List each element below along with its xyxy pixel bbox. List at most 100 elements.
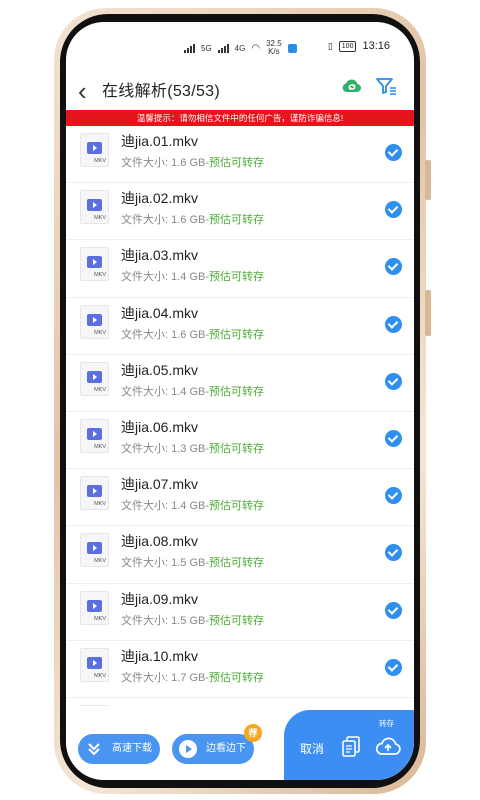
screenshot: 5G 4G ◠ 32.5 K/s ▯ 100 13:16 ‹ 在线解析(53/5…: [0, 0, 480, 800]
file-name: 迪jia.09.mkv: [121, 590, 199, 607]
file-ext-label: MKV: [94, 329, 106, 336]
file-size: 文件大小: 1.6 GB-: [121, 157, 210, 169]
play-icon: [87, 542, 102, 555]
file-row[interactable]: MKV 迪jia.03.mkv 文件大小: 1.4 GB-预估可转存: [66, 240, 414, 298]
file-size: 文件大小: 1.4 GB-: [121, 385, 210, 398]
file-status: 预估可转存: [209, 271, 265, 284]
fast-download-label: 高速下载: [112, 743, 152, 754]
status-bar: 5G 4G ◠ 32.5 K/s ▯ 100 13:16: [66, 32, 414, 62]
action-panel: 取消 转存: [284, 710, 414, 780]
file-size: 文件大小: 1.7 GB-: [121, 671, 210, 684]
file-row[interactable]: MKV 迪jia.02.mkv 文件大小: 1.6 GB-预估可转存: [66, 183, 414, 241]
file-ext-label: MKV: [94, 672, 106, 679]
checkbox-checked-icon[interactable]: [385, 487, 402, 505]
file-meta: 文件大小: 1.3 GB-预估可转存: [121, 440, 264, 456]
filter-icon[interactable]: [374, 74, 398, 98]
checkbox-checked-icon[interactable]: [385, 658, 402, 676]
file-status: 预估可转存: [209, 214, 265, 227]
file-row[interactable]: MKV 迪jia.04.mkv 文件大小: 1.6 GB-预估可转存: [66, 298, 414, 355]
status-network: 5G 4G ◠ 32.5 K/s: [184, 40, 297, 56]
checkbox-checked-icon[interactable]: [385, 315, 402, 333]
checkbox-checked-icon[interactable]: [385, 601, 402, 619]
checkbox-checked-icon[interactable]: [385, 258, 402, 276]
file-size: 文件大小: 1.6 GB-: [121, 328, 210, 341]
file-ext-label: MKV: [94, 158, 106, 164]
watch-while-download-button[interactable]: 边看边下: [172, 734, 254, 764]
file-ext-label: MKV: [94, 443, 106, 450]
copy-icon[interactable]: [341, 736, 361, 758]
file-meta: 文件大小: 1.5 GB-预估可转存: [121, 612, 264, 628]
file-status: 预估可转存: [209, 614, 265, 627]
file-meta: 文件大小: 1.4 GB-预估可转存: [121, 268, 264, 284]
video-file-icon: MKV: [80, 476, 109, 511]
fast-download-button[interactable]: 高速下载: [78, 734, 160, 764]
file-size: 文件大小: 1.5 GB-: [121, 614, 210, 627]
file-row[interactable]: MKV 迪jia.05.mkv 文件大小: 1.4 GB-预估可转存: [66, 355, 414, 412]
video-file-icon: MKV: [80, 190, 109, 225]
file-ext-label: MKV: [94, 501, 106, 508]
file-meta: 文件大小: 1.6 GB-预估可转存: [121, 211, 264, 227]
file-row[interactable]: MKV 迪jia.01.mkv 文件大小: 1.6 GB-预估可转存: [66, 126, 414, 184]
play-icon: [87, 599, 102, 612]
cancel-button[interactable]: 取消: [300, 740, 324, 757]
file-status: 预估可转存: [209, 328, 265, 341]
wifi-icon: ◠: [251, 42, 261, 54]
video-file-icon: MKV: [80, 590, 109, 625]
file-size: 文件大小: 1.4 GB-: [121, 500, 210, 513]
video-file-icon: MKV: [80, 304, 109, 339]
file-name: 迪jia.03.mkv: [121, 247, 199, 264]
cloud-sync-icon[interactable]: [340, 74, 364, 98]
file-meta: 文件大小: 1.6 GB-预估可转存: [121, 326, 264, 342]
video-file-icon: MKV: [80, 133, 109, 167]
file-ext-label: MKV: [94, 215, 106, 222]
save-to-cloud-label: 转存: [379, 719, 394, 728]
checkbox-checked-icon[interactable]: [385, 372, 402, 390]
status-right: ▯ 100 13:16: [328, 40, 390, 52]
play-icon: [87, 313, 102, 326]
checkbox-checked-icon[interactable]: [385, 544, 402, 562]
video-file-icon: MKV: [80, 418, 109, 453]
file-name: 迪jia.05.mkv: [121, 361, 199, 378]
volume-button: [425, 160, 431, 200]
back-icon[interactable]: ‹: [78, 78, 87, 104]
file-row[interactable]: MKV 迪jia.10.mkv 文件大小: 1.7 GB-预估可转存: [66, 641, 414, 698]
net-speed: 32.5 K/s: [266, 40, 282, 56]
file-size: 文件大小: 1.3 GB-: [121, 442, 210, 455]
file-name: 迪jia.01.mkv: [121, 133, 199, 149]
clock: 13:16: [362, 40, 390, 52]
video-file-icon: MKV: [80, 247, 109, 282]
file-row[interactable]: MKV 迪jia.07.mkv 文件大小: 1.4 GB-预估可转存: [66, 469, 414, 527]
checkbox-checked-icon[interactable]: [385, 429, 402, 447]
file-status: 预估可转存: [209, 385, 265, 398]
file-meta: 文件大小: 1.4 GB-预估可转存: [121, 383, 264, 399]
file-ext-label: MKV: [94, 558, 106, 565]
double-chevron-down-icon: [88, 743, 100, 756]
file-status: 预估可转存: [209, 157, 265, 169]
file-size: 文件大小: 1.5 GB-: [121, 557, 210, 570]
file-status: 预估可转存: [209, 500, 265, 513]
checkbox-checked-icon[interactable]: [385, 144, 402, 161]
checkbox-checked-icon[interactable]: [385, 201, 402, 219]
file-status: 预估可转存: [209, 442, 265, 455]
file-row[interactable]: MKV 迪jia.08.mkv 文件大小: 1.5 GB-预估可转存: [66, 526, 414, 584]
file-name: 迪jia.08.mkv: [121, 533, 199, 550]
file-ext-label: MKV: [94, 615, 106, 622]
watch-while-download-label: 边看边下: [206, 743, 246, 754]
signal-icon-2: [217, 43, 229, 53]
file-name: 迪jia.04.mkv: [121, 304, 199, 321]
file-row[interactable]: MKV 迪jia.06.mkv 文件大小: 1.3 GB-预估可转存: [66, 412, 414, 470]
file-meta: 文件大小: 1.4 GB-预估可转存: [121, 497, 264, 513]
cloud-save-icon[interactable]: [375, 736, 401, 758]
play-icon: [87, 656, 102, 669]
file-ext-label: MKV: [94, 386, 106, 393]
play-icon: [87, 485, 102, 498]
bottom-action-bar: 高速下载 边看边下 荐 取消 转存: [66, 706, 414, 780]
power-button: [425, 290, 431, 336]
app-header: ‹ 在线解析(53/53): [66, 72, 414, 112]
page-title: 在线解析(53/53): [102, 83, 220, 100]
battery-indicator: 100: [338, 40, 357, 52]
file-row[interactable]: MKV 迪jia.09.mkv 文件大小: 1.5 GB-预估可转存: [66, 584, 414, 641]
file-ext-label: MKV: [94, 272, 106, 279]
app-screen: 5G 4G ◠ 32.5 K/s ▯ 100 13:16 ‹ 在线解析(53/5…: [66, 22, 414, 780]
recommend-badge: 荐: [244, 724, 262, 742]
